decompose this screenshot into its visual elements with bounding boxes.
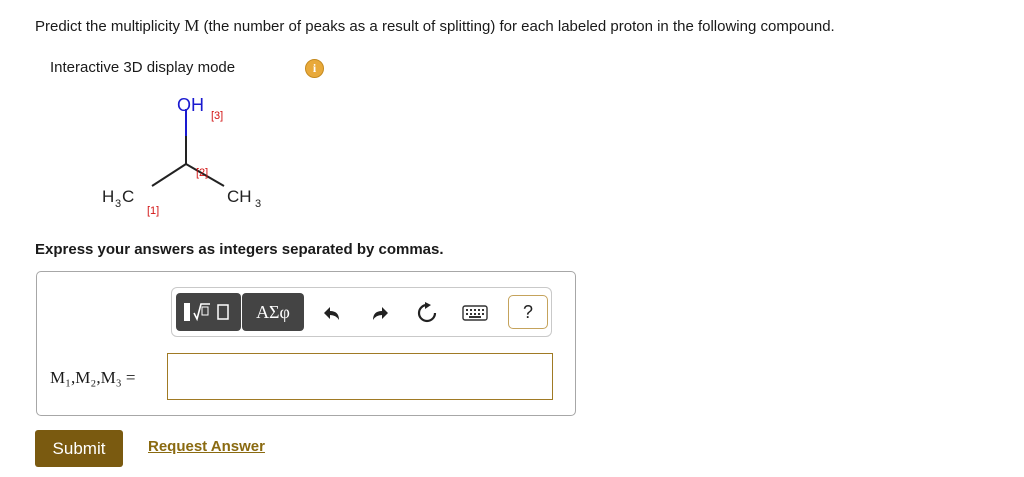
bond-left: [151, 163, 187, 187]
proton-label-3: [3]: [211, 110, 223, 122]
proton-label-2: [2]: [196, 167, 208, 179]
question-suffix: (the number of peaks as a result of spli…: [199, 18, 835, 35]
right-methyl-sub: 3: [255, 198, 261, 210]
question-text: Predict the multiplicity M (the number o…: [35, 16, 835, 36]
proton-label-1: [1]: [147, 205, 159, 217]
display-mode-label: Interactive 3D display mode: [50, 59, 236, 76]
symbols-button[interactable]: ΑΣφ: [242, 293, 304, 331]
templates-icon: [183, 303, 229, 322]
answer-input[interactable]: [167, 353, 553, 400]
molecule-diagram[interactable]: OH [3] [2] [1] H 3 C CH 3: [90, 88, 290, 223]
undo-icon[interactable]: [318, 298, 348, 328]
submit-button[interactable]: Submit: [35, 430, 123, 467]
keyboard-icon[interactable]: [460, 298, 490, 328]
reset-icon[interactable]: [412, 298, 442, 328]
question-prefix: Predict the multiplicity: [35, 18, 185, 35]
request-answer-link[interactable]: Request Answer: [148, 438, 265, 455]
left-methyl-sub: 3: [115, 198, 121, 210]
left-methyl-c: C: [122, 187, 134, 206]
right-methyl-ch: CH: [227, 187, 252, 206]
instructions-text: Express your answers as integers separat…: [35, 241, 444, 258]
answer-label: M₁,M₂,M₃ =: [50, 368, 136, 387]
left-methyl-h: H: [102, 187, 114, 206]
templates-button[interactable]: [176, 293, 241, 331]
oh-label: OH: [177, 95, 204, 115]
redo-icon[interactable]: [364, 298, 394, 328]
info-icon[interactable]: i: [305, 59, 324, 78]
help-button[interactable]: ?: [508, 295, 548, 329]
math-toolbar: ΑΣφ ?: [171, 287, 552, 337]
question-symbol: M: [184, 16, 200, 35]
